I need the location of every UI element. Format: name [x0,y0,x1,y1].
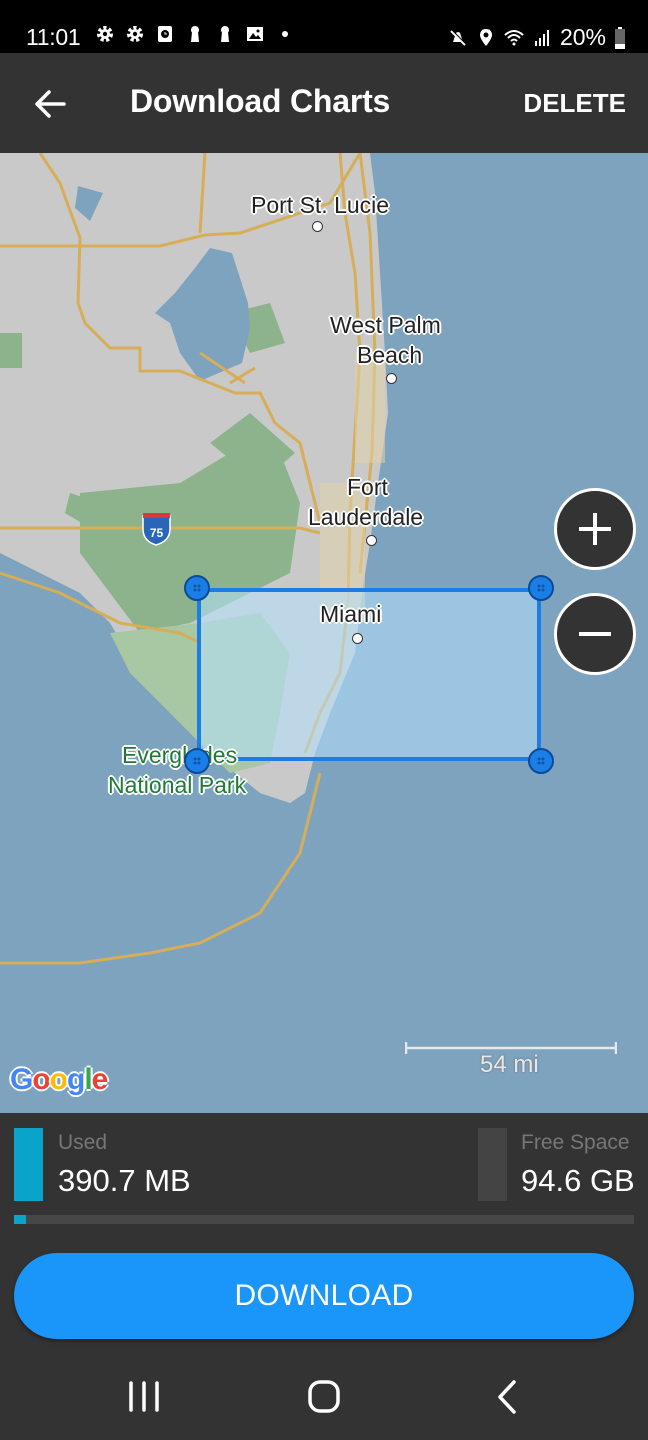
app-bar: Download Charts DELETE [0,53,648,153]
notification-icons [95,24,295,44]
map-view[interactable]: 75 Port St. Lucie West Palm Beach Fort L… [0,153,648,1113]
city-marker [366,535,377,546]
scale-label: 54 mi [480,1051,539,1078]
gear-icon [127,26,143,42]
city-marker [386,373,397,384]
navigation-bar [0,1352,648,1440]
nav-back-button[interactable] [476,1372,536,1422]
free-space-value: 94.6 GB [521,1163,635,1198]
label-miami: Miami [320,601,382,627]
label-west-palm-line1: West Palm [330,312,441,338]
resize-handle-bottom-right[interactable] [528,748,554,774]
status-time: 11:01 [26,24,81,50]
label-everglades-line1: Everglades [122,742,238,768]
highway-number: 75 [150,526,164,540]
google-attribution: Google [10,1063,108,1096]
label-port-st-lucie: Port St. Lucie [251,192,390,218]
image-icon [247,27,263,41]
label-west-palm-line2: Beach [357,342,423,368]
page-title: Download Charts [130,83,391,119]
minus-icon [579,632,611,636]
back-chevron-icon [498,1380,516,1414]
storage-progress-fill [14,1215,26,1224]
zoom-in-button[interactable] [554,488,636,570]
free-space-label: Free Space [521,1131,630,1154]
home-button[interactable] [294,1372,354,1422]
recents-button[interactable] [114,1372,174,1422]
battery-level: 20% [559,24,606,50]
location-icon [479,28,492,46]
resize-handle-top-right[interactable] [528,575,554,601]
signal-icon [534,29,549,46]
zoom-out-button[interactable] [554,593,636,675]
storage-progress-bar [14,1215,634,1224]
battery-icon [615,26,625,49]
home-icon [308,1380,340,1413]
wifi-icon [504,29,524,45]
delete-button[interactable]: DELETE [523,88,626,119]
back-button[interactable] [30,83,72,125]
status-bar: 11:01 20% [0,0,648,53]
used-label: Used [58,1131,108,1154]
arrow-left-icon [35,90,66,118]
gear-icon [97,26,113,42]
city-marker [312,221,323,232]
dot-icon [282,31,288,37]
label-everglades-line2: National Park [108,772,247,798]
clock-app-icon [158,26,172,42]
download-button[interactable]: DOWNLOAD [14,1253,634,1339]
system-icons: 20% [448,24,626,51]
resize-handle-bottom-left[interactable] [184,748,210,774]
city-marker [352,633,363,644]
park-area [0,333,22,368]
storage-panel: Used 390.7 MB Free Space 94.6 GB [0,1113,648,1233]
used-value: 390.7 MB [58,1163,191,1198]
keyhole-icon [221,26,229,42]
label-fort-lauderdale-line1: Fort [347,474,388,500]
resize-handle-top-left[interactable] [184,575,210,601]
mute-icon [450,29,467,46]
recents-icon [129,1381,159,1412]
label-fort-lauderdale-line2: Lauderdale [308,504,424,530]
road [0,772,322,965]
free-color-swatch [478,1128,507,1201]
keyhole-icon [191,26,199,42]
plus-icon [579,513,611,545]
used-color-swatch [14,1128,43,1201]
